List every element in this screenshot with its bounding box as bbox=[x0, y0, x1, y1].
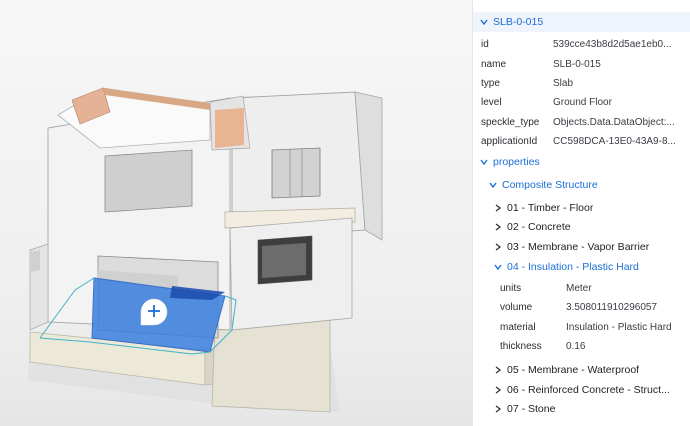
field-row-speckle-type: speckle_type Objects.Data.DataObject:... bbox=[481, 117, 675, 128]
field-row-application-id: applicationId CC598DCA-13E0-43A9-8... bbox=[481, 136, 676, 147]
group-item[interactable]: 05 - Membrane - Waterproof bbox=[493, 360, 689, 379]
chevron-down-icon bbox=[479, 157, 489, 167]
upper-window bbox=[104, 149, 193, 213]
composite-structure-header[interactable]: Composite Structure bbox=[488, 175, 598, 194]
group-item-open[interactable]: 04 - Insulation - Plastic Hard bbox=[493, 257, 689, 276]
group-item[interactable]: 03 - Membrane - Vapor Barrier bbox=[493, 237, 689, 256]
sub-field-row: material Insulation - Plastic Hard bbox=[500, 322, 672, 333]
chevron-right-icon bbox=[493, 203, 503, 213]
3d-viewport[interactable] bbox=[0, 0, 472, 426]
building-model[interactable] bbox=[0, 0, 472, 426]
chevron-right-icon bbox=[493, 242, 503, 252]
chevron-right-icon bbox=[493, 385, 503, 395]
field-row-name: name SLB-0-015 bbox=[481, 59, 601, 70]
field-row-level: level Ground Floor bbox=[481, 97, 612, 108]
properties-header[interactable]: properties bbox=[479, 152, 540, 171]
sub-field-row: units Meter bbox=[500, 283, 592, 294]
chevron-right-icon bbox=[493, 222, 503, 232]
chevron-down-icon bbox=[488, 180, 498, 190]
chevron-right-icon bbox=[493, 404, 503, 414]
object-header[interactable]: SLB-0-015 bbox=[479, 12, 543, 31]
properties-panel: SLB-0-015 id 539cce43b8d2d5ae1eb0... nam… bbox=[472, 0, 690, 426]
group-item[interactable]: 02 - Concrete bbox=[493, 217, 689, 236]
chevron-down-icon bbox=[493, 262, 503, 272]
field-row-type: type Slab bbox=[481, 78, 574, 89]
sub-field-row: volume 3.508011910296057 bbox=[500, 302, 658, 313]
plus-comment-icon[interactable] bbox=[140, 298, 168, 326]
chevron-down-icon bbox=[479, 17, 489, 27]
object-title: SLB-0-015 bbox=[493, 15, 544, 28]
chevron-right-icon bbox=[493, 365, 503, 375]
group-item[interactable]: 07 - Stone bbox=[493, 399, 689, 418]
sub-field-row: thickness 0.16 bbox=[500, 341, 586, 352]
group-item[interactable]: 01 - Timber - Floor bbox=[493, 198, 689, 217]
field-row-id: id 539cce43b8d2d5ae1eb0... bbox=[481, 39, 672, 50]
group-item[interactable]: 06 - Reinforced Concrete - Struct... bbox=[493, 380, 689, 399]
